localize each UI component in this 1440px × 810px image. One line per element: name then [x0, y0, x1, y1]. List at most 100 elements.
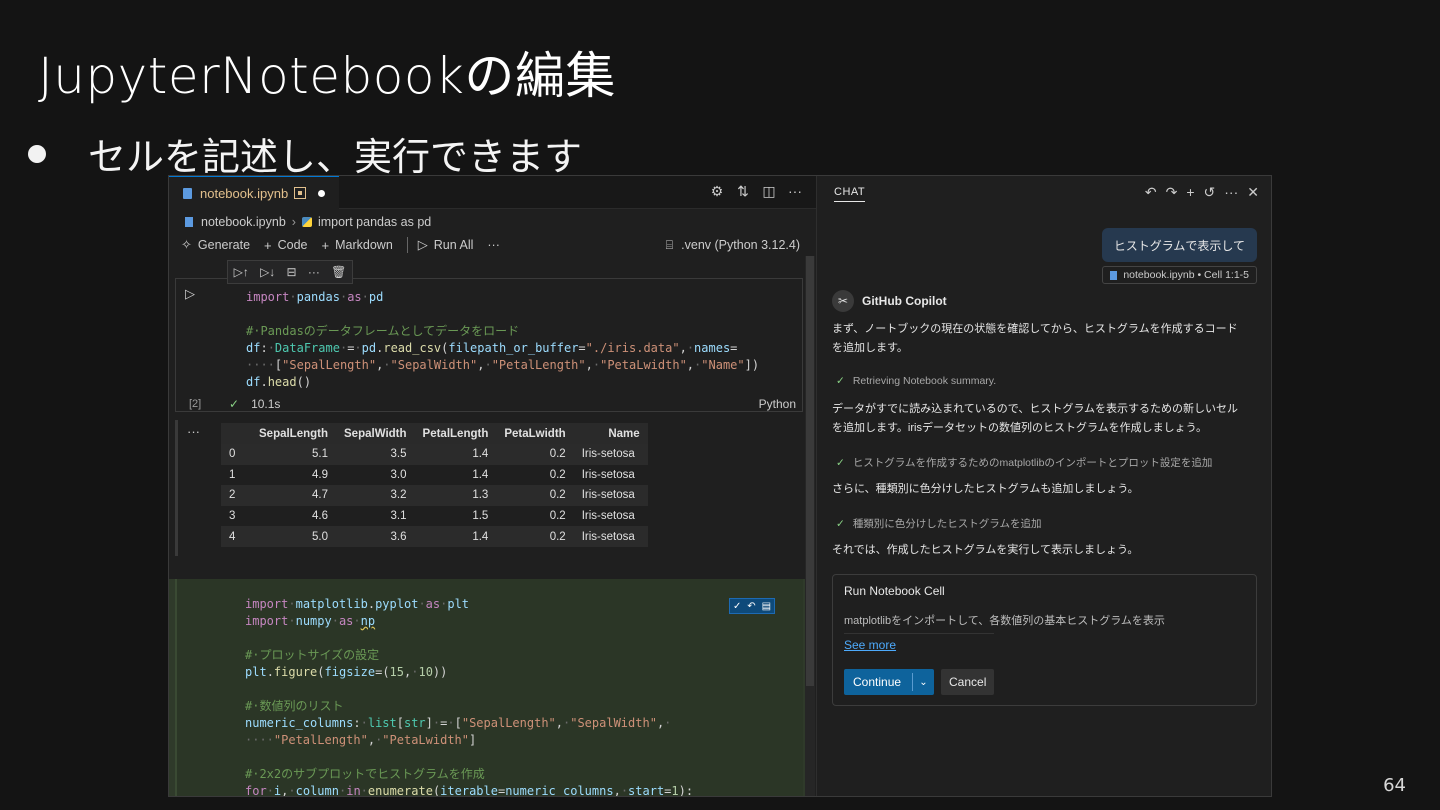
- more-actions-icon[interactable]: ···: [787, 183, 803, 200]
- split-cell-icon[interactable]: ⊟: [287, 265, 297, 279]
- cell-toolbar: ▷↑ ▷↓ ⊟ ··· 🗑: [227, 260, 353, 284]
- tab-label: notebook.ipynb: [200, 185, 289, 201]
- unsaved-dot-icon[interactable]: [318, 189, 326, 197]
- vscode-window: notebook.ipynb ⚙ ⇅ ◫ ··· notebook.ipynb …: [168, 175, 1272, 797]
- bullet-item: セルを記述し、実行できます: [28, 126, 582, 181]
- table-cell: 5.0: [251, 526, 337, 547]
- run-cell-button[interactable]: ▷: [185, 286, 195, 302]
- table-cell: Iris-setosa: [581, 468, 635, 481]
- toolbar-more-button[interactable]: ···: [487, 238, 500, 252]
- cell-2-code[interactable]: import·matplotlib.pyplot·as·plt import·n…: [245, 596, 693, 796]
- table-cell: Iris-setosa: [573, 444, 648, 465]
- cancel-button[interactable]: Cancel: [941, 669, 995, 695]
- table-cell: 0.2: [549, 468, 566, 481]
- tab-bar: notebook.ipynb ⚙ ⇅ ◫ ···: [169, 176, 816, 209]
- execution-count: [2]: [189, 398, 202, 410]
- close-icon[interactable]: ✕: [1247, 184, 1259, 201]
- run-above-icon[interactable]: ▷↑: [234, 265, 249, 279]
- kernel-icon: ⌸: [665, 237, 674, 252]
- plus-icon: +: [321, 237, 330, 253]
- progress-step-1: ✓ Retrieving Notebook summary.: [836, 375, 996, 387]
- markdown-label: Markdown: [335, 238, 393, 252]
- table-cell: 0.2: [496, 485, 574, 506]
- table-header-row: SepalLength SepalWidth PetalLength PetaL…: [221, 423, 648, 444]
- table-cell: 1.4: [414, 526, 497, 547]
- trash-icon[interactable]: 🗑: [331, 265, 346, 279]
- notebook-file-icon: [1110, 270, 1118, 280]
- slide-title: JupyterNotebookの編集: [38, 47, 616, 105]
- chevron-down-icon[interactable]: ⌄: [913, 677, 934, 688]
- undo-icon[interactable]: ↶: [747, 601, 755, 612]
- check-icon: ✓: [836, 517, 845, 530]
- more-icon[interactable]: ···: [308, 265, 320, 279]
- assistant-message-1: まず、ノートブックの現在の状態を確認してから、ヒストグラムを作成するコード を追…: [832, 320, 1257, 358]
- python-icon: [301, 217, 312, 227]
- table-cell: 0.2: [496, 526, 574, 547]
- assistant-name: GitHub Copilot: [862, 294, 947, 308]
- cell-1-code[interactable]: import·pandas·as·pd #·Pandasのデータフレームとしてデ…: [246, 289, 759, 391]
- notebook-toolbar: ✧ Generate + Code + Markdown ▷ Run All ·…: [181, 234, 514, 256]
- generate-button[interactable]: ✧ Generate: [181, 237, 250, 253]
- column-header: PetalLength: [414, 423, 497, 444]
- new-chat-icon[interactable]: +: [1186, 184, 1194, 201]
- assistant-message-4: それでは、作成したヒストグラムを実行して表示しましょう。: [832, 544, 1139, 556]
- tab-chat[interactable]: CHAT: [834, 186, 866, 202]
- execution-status: ✓ 10.1s: [229, 397, 280, 411]
- notebook-file-icon: [185, 217, 193, 227]
- kernel-picker[interactable]: ⌸ .venv (Python 3.12.4): [666, 234, 800, 256]
- file-icon[interactable]: ▤: [762, 601, 771, 612]
- table-row: 0 5.1 3.5 1.4 0.2 Iris-setosa: [221, 444, 648, 465]
- inline-edit-badge[interactable]: ✓ ↶ ▤: [729, 598, 775, 614]
- redo-icon[interactable]: ↷: [1166, 184, 1178, 201]
- compare-icon[interactable]: ⇅: [735, 183, 751, 200]
- accept-icon[interactable]: ✓: [733, 601, 741, 612]
- more-icon[interactable]: ···: [1224, 184, 1238, 201]
- scrollbar-thumb[interactable]: [806, 256, 814, 686]
- run-card-description: matplotlibをインポートして、各数値列の基本ヒストグラムを表示: [844, 615, 1165, 627]
- output-gutter: [175, 420, 178, 556]
- bullet-text: セルを記述し、実行できます: [88, 135, 583, 179]
- table-cell: 3: [229, 510, 236, 523]
- table-cell: Iris-setosa: [581, 510, 635, 523]
- split-editor-icon[interactable]: ◫: [761, 183, 777, 200]
- assistant-message-3: さらに、種類別に色分けしたヒストグラムも追加しましょう。: [832, 483, 1139, 495]
- generate-label: Generate: [197, 238, 251, 252]
- breadcrumb-file[interactable]: notebook.ipynb: [201, 215, 286, 229]
- context-chip[interactable]: notebook.ipynb • Cell 1:1-5: [1102, 266, 1257, 284]
- breadcrumb: notebook.ipynb › import pandas as pd: [185, 212, 431, 232]
- breadcrumb-symbol[interactable]: import pandas as pd: [318, 215, 431, 229]
- table-cell: 1: [229, 468, 236, 481]
- column-header: [221, 423, 251, 444]
- context-chip-label: notebook.ipynb • Cell 1:1-5: [1123, 269, 1249, 281]
- run-below-icon[interactable]: ▷↓: [260, 265, 275, 279]
- continue-button[interactable]: Continue ⌄: [844, 669, 934, 695]
- table-cell: 0.2: [549, 510, 566, 523]
- tab-notebook[interactable]: notebook.ipynb: [169, 176, 339, 209]
- gear-icon[interactable]: ⚙: [709, 183, 725, 200]
- table-cell: 4: [221, 526, 251, 547]
- cell-language[interactable]: Python: [759, 397, 796, 411]
- output-actions-button[interactable]: ···: [187, 424, 200, 439]
- run-all-button[interactable]: ▷ Run All: [418, 237, 474, 253]
- table-row: 3 4.6 3.1 1.5 0.2 Iris-setosa: [221, 506, 648, 527]
- table-cell: 3.1: [390, 510, 407, 523]
- see-more-link[interactable]: See more: [844, 638, 896, 652]
- table-cell: 4.9: [312, 468, 329, 481]
- code-cell-1[interactable]: import·pandas·as·pd #·Pandasのデータフレームとしてデ…: [175, 278, 803, 412]
- check-icon: ✓: [836, 456, 845, 469]
- notebook-file-icon: [183, 187, 192, 199]
- chat-actions: ↶ ↷ + ↺ ··· ✕: [1145, 184, 1259, 201]
- message-line: を追加します。: [832, 342, 908, 354]
- plus-icon: +: [264, 237, 272, 253]
- dataframe-output: SepalLength SepalWidth PetalLength PetaL…: [221, 423, 648, 547]
- column-header: SepalLength: [251, 423, 337, 444]
- add-markdown-button[interactable]: + Markdown: [322, 238, 393, 253]
- undo-icon[interactable]: ↶: [1145, 184, 1157, 201]
- table-cell: Iris-setosa: [573, 485, 648, 506]
- history-icon[interactable]: ↺: [1204, 184, 1216, 201]
- step-label: Retrieving Notebook summary.: [852, 375, 997, 387]
- code-cell-2[interactable]: import·matplotlib.pyplot·as·plt import·n…: [169, 579, 809, 796]
- table-cell: 4.6: [312, 510, 329, 523]
- table-cell: 3.6: [336, 526, 415, 547]
- add-code-button[interactable]: + Code: [264, 238, 307, 253]
